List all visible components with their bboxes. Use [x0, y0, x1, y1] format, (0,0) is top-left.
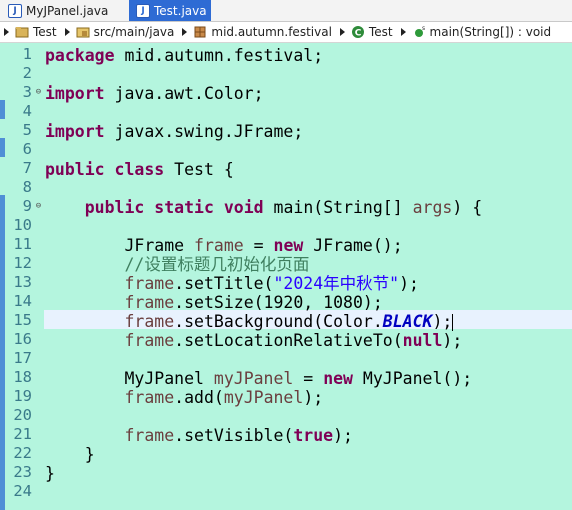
- line-number: 3: [22, 83, 32, 101]
- code-line-1: package mid.autumn.festival;: [45, 46, 324, 65]
- text-cursor: [452, 314, 454, 331]
- code-line-11: JFrame frame = new JFrame();: [124, 236, 403, 255]
- code-line-19: frame.add(myJPanel);: [124, 388, 324, 407]
- tab-test-java[interactable]: J Test.java: [129, 0, 211, 21]
- breadcrumb-item-project[interactable]: Test: [15, 25, 57, 39]
- java-file-icon: J: [136, 3, 150, 18]
- line-number: 9: [22, 197, 32, 215]
- project-icon: [15, 25, 29, 39]
- line-number: 11: [13, 235, 32, 253]
- source-folder-icon: [76, 25, 90, 39]
- chevron-right-icon: [64, 28, 70, 36]
- line-number: 15: [13, 311, 32, 329]
- package-icon: [193, 25, 207, 39]
- svg-text:C: C: [355, 29, 362, 39]
- editor-tab-bar: J MyJPanel.java J Test.java: [0, 0, 572, 22]
- code-line-12: //设置标题几初始化页面: [124, 255, 310, 274]
- chevron-right-icon: [400, 28, 406, 36]
- line-number: 10: [13, 216, 32, 234]
- code-line-7: public class Test {: [45, 160, 234, 179]
- line-number: 16: [13, 330, 32, 348]
- line-number: 20: [13, 406, 32, 424]
- breadcrumb-item-source-folder[interactable]: src/main/java: [76, 25, 174, 39]
- chevron-right-icon: [339, 28, 345, 36]
- line-number: 14: [13, 292, 32, 310]
- code-line-13: frame.setTitle("2024年中秋节");: [124, 274, 419, 293]
- fold-collapse-icon[interactable]: ⊖: [34, 88, 43, 97]
- method-icon: s: [412, 25, 426, 39]
- code-line-15: frame.setBackground(Color.BLACK);: [124, 312, 454, 331]
- code-line-22: }: [45, 445, 95, 464]
- code-line-5: import javax.swing.JFrame;: [45, 122, 304, 141]
- line-number: 8: [22, 178, 32, 196]
- class-icon: C: [351, 25, 365, 39]
- code-line-9: public static void main(String[] args) {: [84, 198, 483, 217]
- line-number: 22: [13, 444, 32, 462]
- line-number: 23: [13, 463, 32, 481]
- line-number: 4: [22, 102, 32, 120]
- code-line-16: frame.setLocationRelativeTo(null);: [124, 331, 463, 350]
- code-line-21: frame.setVisible(true);: [124, 426, 353, 445]
- fold-collapse-icon[interactable]: ⊖: [34, 202, 43, 211]
- line-number: 6: [22, 140, 32, 158]
- line-number: 17: [13, 349, 32, 367]
- line-number: 2: [22, 64, 32, 82]
- line-number: 12: [13, 254, 32, 272]
- chevron-right-icon: [182, 28, 188, 36]
- line-number: 24: [13, 482, 32, 500]
- breadcrumb-item-method[interactable]: s main(String[]) : void: [412, 25, 551, 39]
- chevron-right-icon: [4, 28, 9, 36]
- line-number: 1: [22, 45, 32, 63]
- tab-myjpanel-java[interactable]: J MyJPanel.java: [0, 0, 128, 21]
- line-number: 7: [22, 159, 32, 177]
- code-line-14: frame.setSize(1920, 1080);: [124, 293, 383, 312]
- line-number: 18: [13, 368, 32, 386]
- line-number: 21: [13, 425, 32, 443]
- tab-label: Test.java: [154, 3, 207, 18]
- line-number: 13: [13, 273, 32, 291]
- svg-text:s: s: [422, 25, 425, 32]
- code-line-18: MyJPanel myJPanel = new MyJPanel();: [124, 369, 473, 388]
- breadcrumb-item-package[interactable]: mid.autumn.festival: [193, 25, 332, 39]
- change-ruler: [0, 43, 5, 510]
- line-number: 19: [13, 387, 32, 405]
- breadcrumb: Test src/main/java mid.autumn.festival C…: [0, 22, 572, 43]
- code-line-23: }: [45, 464, 55, 483]
- code-line-3: import java.awt.Color;: [45, 84, 264, 103]
- breadcrumb-item-class[interactable]: C Test: [351, 25, 393, 39]
- java-file-icon: J: [8, 3, 22, 18]
- line-number: 5: [22, 121, 32, 139]
- tab-label: MyJPanel.java: [26, 3, 109, 18]
